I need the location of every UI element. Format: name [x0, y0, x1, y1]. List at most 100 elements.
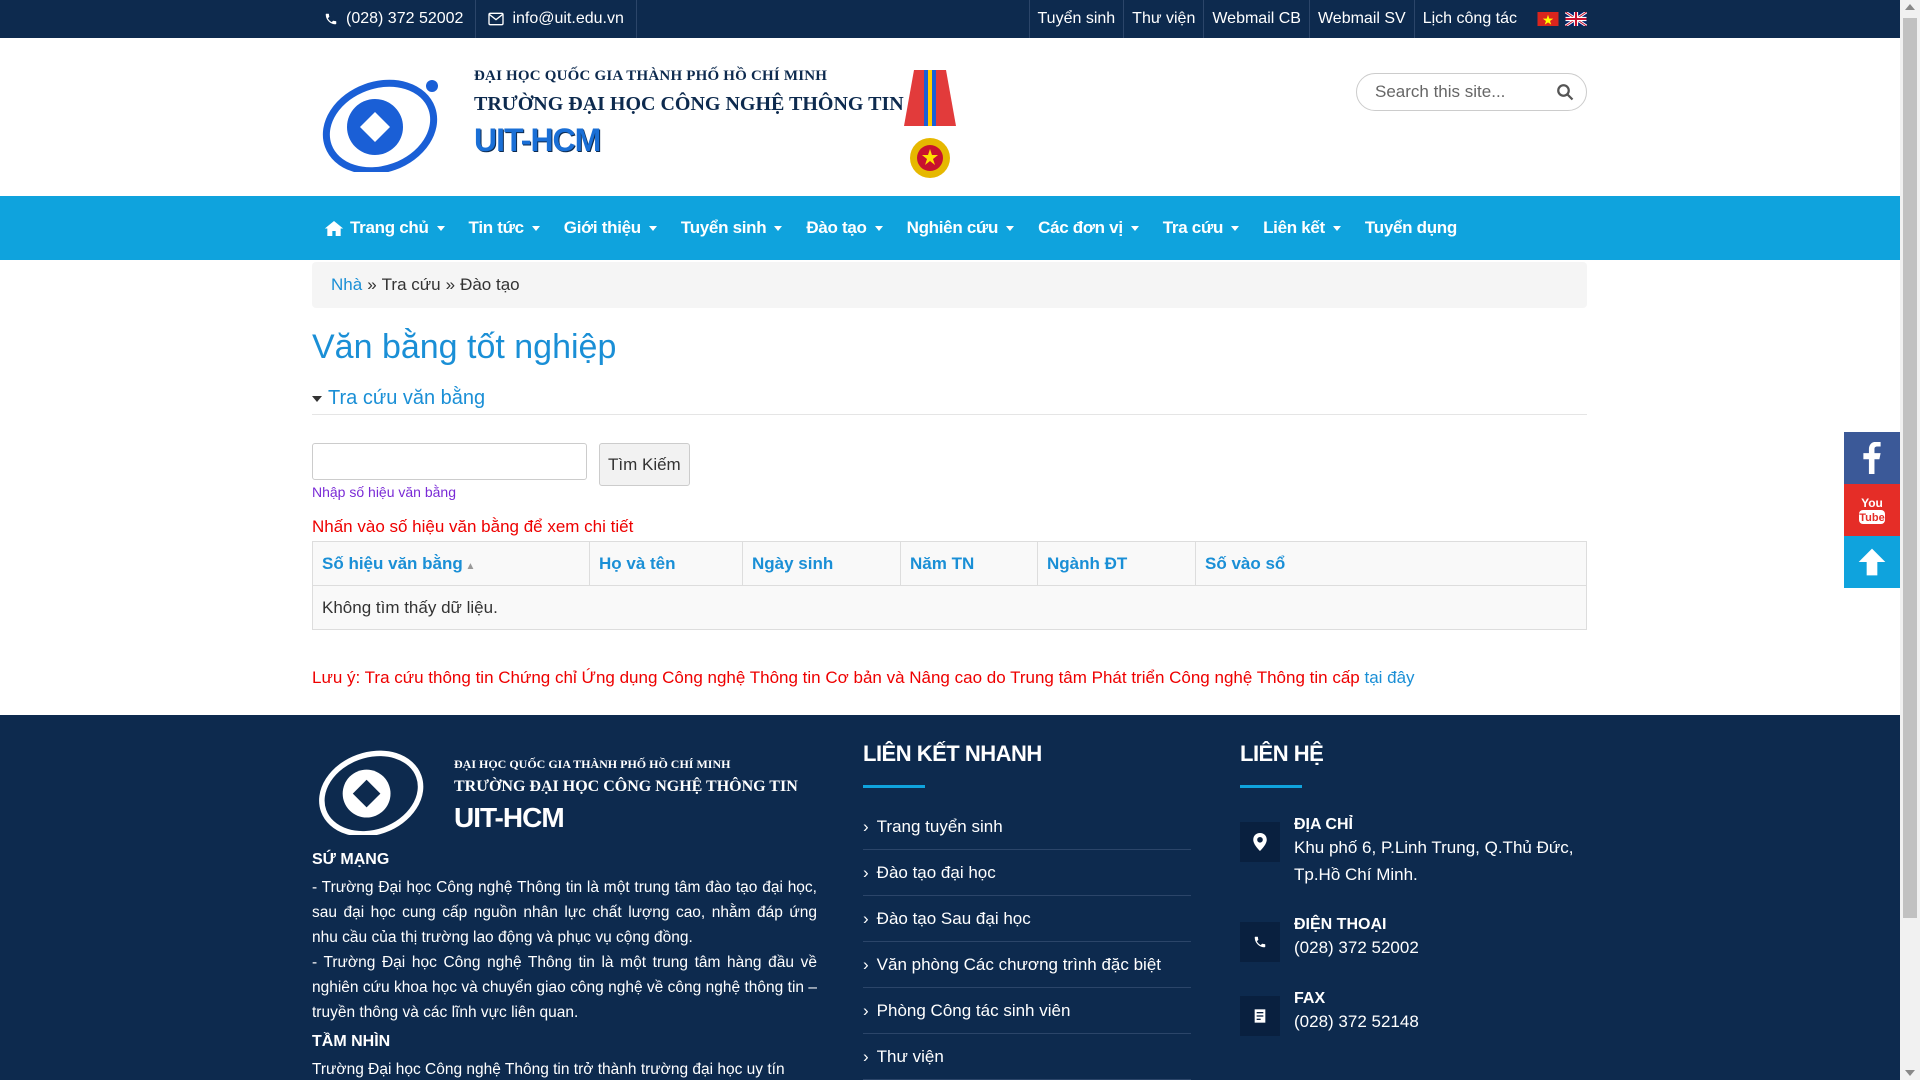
empty-message: Không tìm thấy dữ liệu. — [312, 585, 1587, 630]
caret-down-icon — [774, 225, 783, 231]
col-label: Năm TN — [910, 553, 975, 573]
social-sidebar: You Tube — [1844, 432, 1900, 588]
youtube-icon: You Tube — [1859, 496, 1885, 524]
search-input[interactable]: Search this site... — [1375, 82, 1505, 102]
nav-tin-tuc[interactable]: Tin tức — [457, 196, 552, 260]
breadcrumb-home[interactable]: Nhà — [331, 275, 362, 295]
caret-down-icon — [1332, 225, 1341, 231]
footnote-link[interactable]: tại đây — [1364, 668, 1414, 687]
diploma-number-input[interactable] — [312, 443, 587, 480]
header-university-line: ĐẠI HỌC QUỐC GIA THÀNH PHỐ HỒ CHÍ MINH — [474, 68, 828, 84]
mission-title: SỨ MẠNG — [312, 851, 390, 868]
contact-phone: ĐIỆN THOẠI (028) 372 52002 — [1240, 916, 1580, 962]
nav-label: Nghiên cứu — [906, 218, 999, 237]
mission-text-1: - Trường Đại học Công nghệ Thông tin là … — [312, 879, 817, 946]
caret-down-icon — [1231, 225, 1240, 231]
footer-link[interactable]: › Văn phòng Các chương trình đặc biệt — [863, 942, 1191, 988]
site-footer: ĐẠI HỌC QUỐC GIA THÀNH PHỐ HỒ CHÍ MINH T… — [0, 715, 1900, 1080]
caret-down-icon — [436, 225, 445, 231]
page-title: Văn bằng tốt nghiệp — [312, 328, 617, 366]
home-icon — [324, 220, 344, 236]
nav-dao-tao[interactable]: Đào tạo — [794, 196, 894, 260]
col-nam-tn[interactable]: Năm TN — [900, 541, 1038, 586]
vietnam-flag-icon[interactable] — [1537, 12, 1559, 26]
address-value: Khu phố 6, P.Linh Trung, Q.Thủ Đức, Tp.H… — [1294, 838, 1574, 884]
nav-cac-don-vi[interactable]: Các đơn vị — [1026, 196, 1151, 260]
footer-link[interactable]: › Đào tạo đại học — [863, 850, 1191, 896]
footer-logo-text: ĐẠI HỌC QUỐC GIA THÀNH PHỐ HỒ CHÍ MINH T… — [454, 757, 798, 834]
search-icon[interactable] — [1556, 83, 1574, 101]
nav-label: Các đơn vị — [1038, 218, 1123, 237]
top-bar: (028) 372 52002 info@uit.edu.vn Tuyển si… — [0, 0, 1920, 38]
nav-label: Tra cứu — [1162, 218, 1224, 237]
nav-tuyen-sinh[interactable]: Tuyển sinh — [669, 196, 794, 260]
fieldset-toggle[interactable]: Tra cứu văn bằng — [312, 387, 1587, 415]
breadcrumb-sep: » — [445, 275, 456, 294]
nav-trang-chu[interactable]: Trang chủ — [312, 196, 457, 260]
caret-down-icon — [1006, 225, 1015, 231]
topbar-link-webmail-sv[interactable]: Webmail SV — [1308, 0, 1414, 38]
nav-label: Tin tức — [468, 218, 525, 237]
topbar-link-webmail-cb[interactable]: Webmail CB — [1203, 0, 1309, 38]
footnote-text: Lưu ý: Tra cứu thông tin Chứng chỉ Ứng d… — [312, 668, 1360, 687]
footer-quick-links: LIÊN KẾT NHANH › Trang tuyển sinh › Đào tạ… — [863, 741, 1191, 1080]
table-notice: Nhấn vào số hiệu văn bằng để xem chi tiế… — [312, 517, 634, 536]
nav-nghien-cuu[interactable]: Nghiên cứu — [895, 196, 1026, 260]
svg-text:Tube: Tube — [1859, 512, 1884, 524]
nav-gioi-thieu[interactable]: Giới thiệu — [552, 196, 669, 260]
nav-tuyen-dung[interactable]: Tuyển dụng — [1353, 196, 1469, 260]
breadcrumb-level2: Đào tạo — [460, 275, 520, 294]
phone-value: (028) 372 52002 — [1294, 938, 1419, 957]
topbar-email[interactable]: info@uit.edu.vn — [476, 0, 637, 38]
col-nganh-dt[interactable]: Ngành ĐT — [1037, 541, 1196, 586]
contact-address: ĐỊA CHỈ Khu phố 6, P.Linh Trung, Q.Thủ Đứ… — [1240, 816, 1580, 888]
header-logo-text: ĐẠI HỌC QUỐC GIA THÀNH PHỐ HỒ CHÍ MINH T… — [474, 68, 904, 159]
uit-logo-icon[interactable] — [316, 743, 431, 835]
col-ho-ten[interactable]: Họ và tên — [589, 541, 743, 586]
footer-link[interactable]: › Trang tuyển sinh — [863, 804, 1191, 850]
topbar-email-text: info@uit.edu.vn — [512, 10, 624, 27]
footer-link[interactable]: › Thư viện — [863, 1034, 1191, 1080]
footer-acronym: UIT-HCM — [454, 802, 565, 833]
back-to-top-button[interactable] — [1844, 536, 1900, 588]
col-so-vao-so[interactable]: Số vào sổ — [1195, 541, 1587, 586]
uk-flag-icon[interactable] — [1565, 12, 1587, 26]
scrollbar-thumb[interactable] — [1903, 18, 1917, 918]
sort-asc-icon: ▲ — [462, 560, 476, 572]
chevron-right-icon: › — [863, 1046, 869, 1066]
topbar-link-thu-vien[interactable]: Thư viện — [1123, 0, 1203, 38]
quick-links-title: LIÊN KẾT NHANH — [863, 741, 1042, 766]
nav-tra-cuu[interactable]: Tra cứu — [1151, 196, 1251, 260]
site-header: ĐẠI HỌC QUỐC GIA THÀNH PHỐ HỒ CHÍ MINH T… — [0, 38, 1920, 196]
vision-title: TẦM NHÌN — [312, 1033, 391, 1050]
col-ngay-sinh[interactable]: Ngày sinh — [742, 541, 901, 586]
nav-label: Giới thiệu — [563, 218, 641, 237]
topbar-phone[interactable]: (028) 372 52002 — [312, 0, 477, 38]
site-search[interactable]: Search this site... — [1356, 73, 1587, 111]
youtube-button[interactable]: You Tube — [1844, 484, 1900, 536]
scroll-down-arrow-icon[interactable] — [1905, 1070, 1915, 1076]
caret-down-icon — [648, 225, 657, 231]
facebook-icon — [1863, 442, 1881, 474]
uit-logo-icon[interactable] — [320, 72, 445, 172]
phone-icon — [325, 13, 337, 25]
chevron-right-icon: › — [863, 954, 869, 974]
caret-down-icon — [531, 225, 540, 231]
search-form: Nhập số hiệu văn bằng Tìm Kiếm — [312, 443, 1587, 500]
col-so-hieu[interactable]: Số hiệu văn bằng ▲ — [312, 541, 590, 586]
scroll-up-arrow-icon[interactable] — [1905, 4, 1915, 10]
facebook-button[interactable] — [1844, 432, 1900, 484]
footer-school-line: TRƯỜNG ĐẠI HỌC CÔNG NGHỆ THÔNG TIN — [454, 778, 798, 795]
nav-label: Liên kết — [1263, 218, 1325, 237]
page-scrollbar[interactable] — [1900, 0, 1920, 1080]
nav-lien-ket[interactable]: Liên kết — [1251, 196, 1353, 260]
search-button[interactable]: Tìm Kiếm — [599, 443, 690, 486]
topbar-link-tuyen-sinh[interactable]: Tuyển sinh — [1028, 0, 1124, 38]
topbar-link-lich-cong-tac[interactable]: Lịch công tác — [1413, 0, 1525, 38]
footer-link-label: Thư viện — [876, 1046, 944, 1066]
footer-link[interactable]: › Đào tạo Sau đại học — [863, 896, 1191, 942]
footer-contact: LIÊN HỆ ĐỊA CHỈ Khu phố 6, P.Linh Trung, … — [1240, 741, 1580, 1036]
table-header-row: Số hiệu văn bằng ▲ Họ và tên Ngày sinh N… — [312, 541, 1587, 586]
footer-link[interactable]: › Phòng Công tác sinh viên — [863, 988, 1191, 1034]
chevron-right-icon: › — [863, 1000, 869, 1020]
